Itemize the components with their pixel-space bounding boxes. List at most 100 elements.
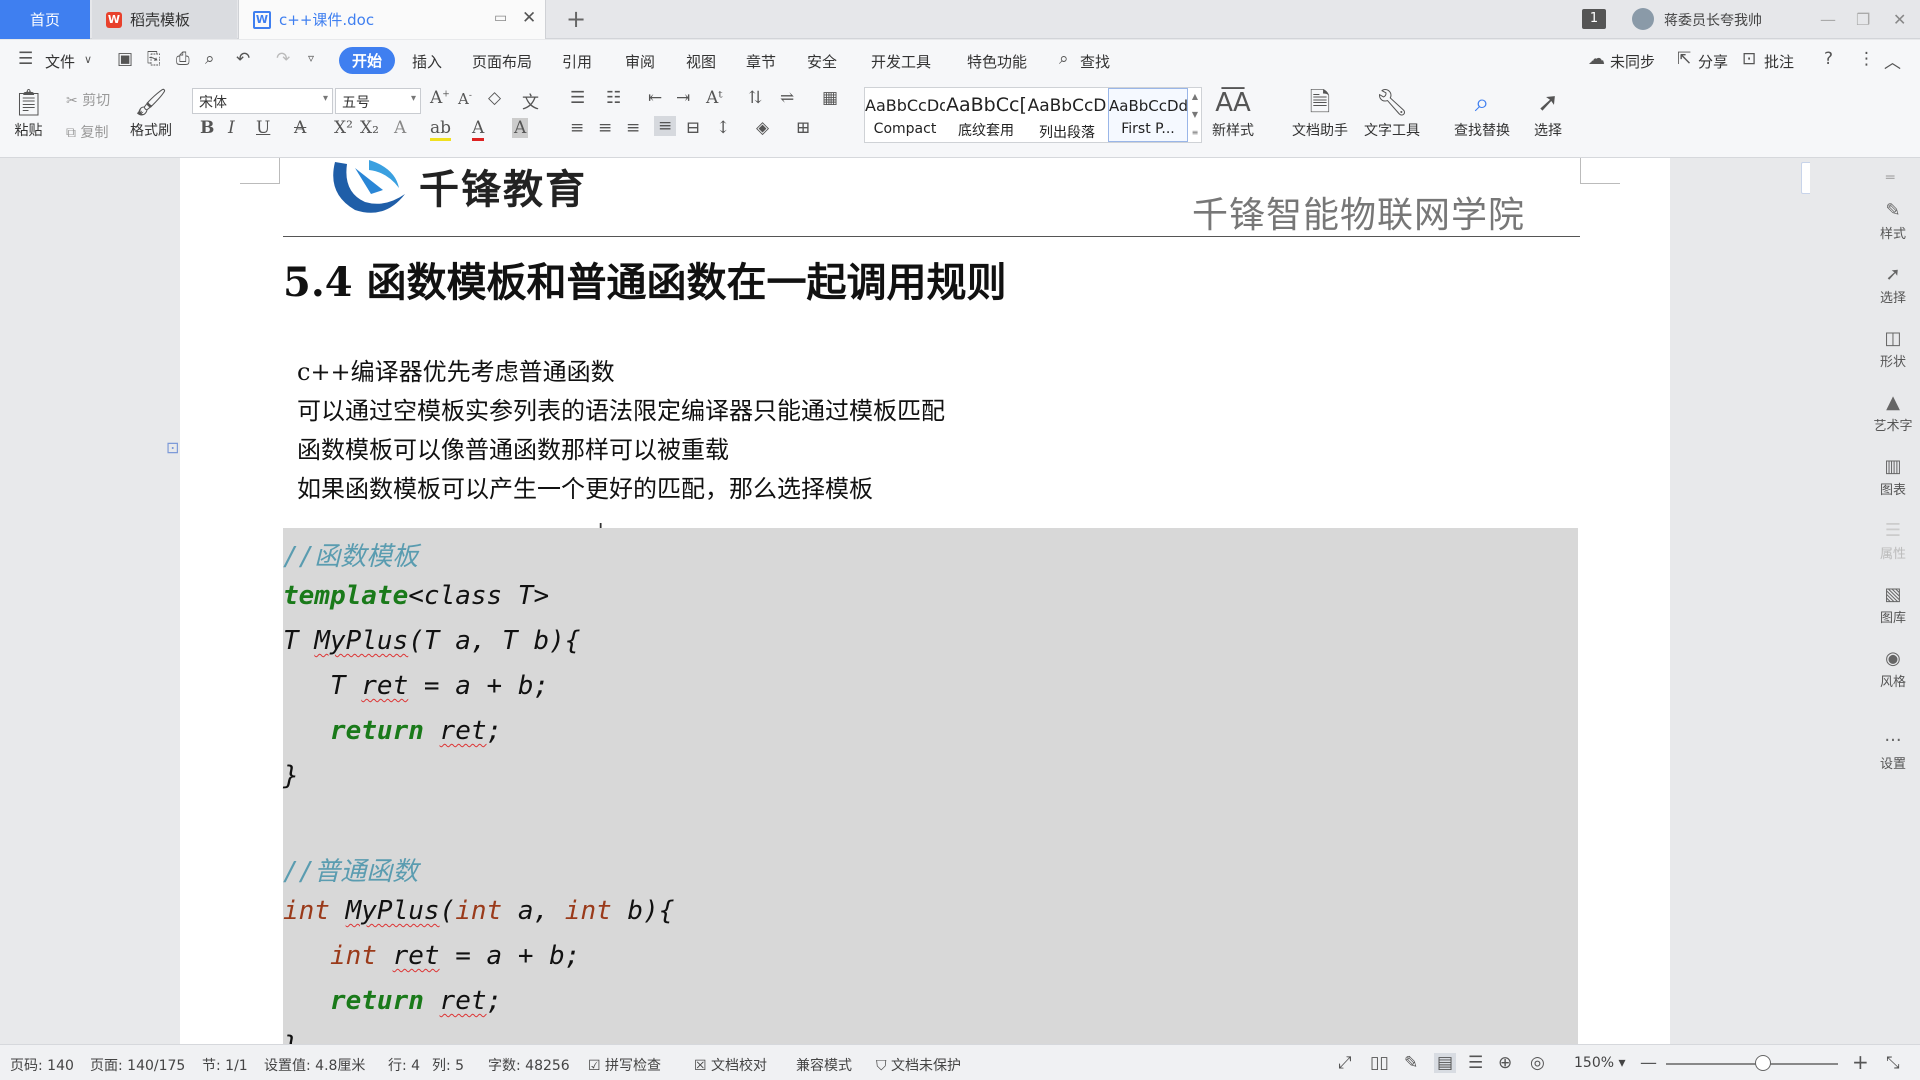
edit-mode-icon[interactable]: ✎ [1404, 1053, 1418, 1073]
tab-float-icon[interactable]: ▭ [494, 10, 507, 26]
numbered-list-icon[interactable]: ☷ [606, 88, 621, 108]
menu-devtools[interactable]: 开发工具 [871, 51, 931, 72]
print-icon[interactable]: ⎙ [176, 49, 190, 69]
minimize-icon[interactable]: — [1820, 10, 1836, 29]
tab-templates[interactable]: W 稻壳模板 [92, 0, 237, 39]
clear-format-icon[interactable]: ◇ [488, 88, 501, 108]
style-compact[interactable]: AaBbCcDd Compact [865, 88, 945, 142]
text-effect-icon[interactable]: A [394, 118, 406, 138]
share-icon[interactable]: ⇱ [1677, 49, 1691, 69]
justify-icon[interactable]: ≡ [654, 116, 677, 136]
menu-review[interactable]: 审阅 [625, 51, 655, 72]
text-tools-button[interactable]: 🔧︎ 文字工具 [1364, 86, 1420, 140]
status-col[interactable]: 列: 5 [432, 1055, 464, 1075]
status-page-code[interactable]: 页码: 140 [10, 1055, 74, 1075]
select-button[interactable]: ➚ 选择 [1534, 86, 1562, 140]
compat-mode[interactable]: 兼容模式 [796, 1055, 852, 1075]
zoom-in-icon[interactable]: + [1852, 1050, 1869, 1074]
pane-theme[interactable]: ◉ 风格 [1866, 648, 1920, 690]
menu-find[interactable]: 查找 [1080, 51, 1110, 72]
style-scroll-icon[interactable]: ▲ ▼ ≡ [1189, 88, 1201, 142]
line-spacing-icon[interactable]: ↕ [716, 118, 730, 138]
find-replace-button[interactable]: ⌕ 查找替换 [1454, 86, 1510, 140]
close-window-icon[interactable]: ✕ [1893, 10, 1906, 29]
style-list-paragraph[interactable]: AaBbCcD 列出段落 [1027, 88, 1107, 142]
menu-reference[interactable]: 引用 [562, 51, 592, 72]
menu-insert[interactable]: 插入 [412, 51, 442, 72]
pane-select[interactable]: ➚ 选择 [1866, 264, 1920, 306]
menu-file[interactable]: 文件 [45, 51, 75, 72]
new-tab-button[interactable]: + [566, 5, 586, 33]
align-center-icon[interactable]: ≡ [598, 118, 612, 138]
menu-start[interactable]: 开始 [339, 47, 396, 74]
menu-layout[interactable]: 页面布局 [472, 51, 532, 72]
border-icon[interactable]: ⊞ [796, 118, 810, 138]
status-section[interactable]: 节: 1/1 [202, 1055, 248, 1075]
cut-button[interactable]: ✂ 剪切 [66, 90, 110, 110]
zoom-level[interactable]: 150% ▾ [1574, 1055, 1626, 1071]
read-mode-icon[interactable]: ▯▯ [1370, 1053, 1389, 1073]
search-icon[interactable]: ⌕ [1059, 49, 1069, 69]
menu-comment[interactable]: 批注 [1764, 51, 1794, 72]
pane-collapse-icon[interactable]: ═ [1886, 170, 1894, 186]
comment-icon[interactable]: ⊡ [1742, 49, 1756, 69]
web-view-icon[interactable]: ⊕ [1498, 1053, 1512, 1073]
save-icon[interactable]: ▣ [117, 49, 133, 69]
window-count-badge[interactable]: 1 [1582, 9, 1606, 29]
help-icon[interactable]: ? [1824, 49, 1833, 69]
eye-protect-icon[interactable]: ◎ [1530, 1053, 1545, 1073]
style-shading[interactable]: AaBbCc[ 底纹套用 [946, 88, 1026, 142]
new-style-button[interactable]: A͞A 新样式 [1212, 86, 1254, 140]
sync-status[interactable]: 未同步 [1610, 51, 1655, 72]
paste-button[interactable]: 📋︎ 粘贴 [12, 86, 45, 140]
page-view-icon[interactable]: ▤ [1434, 1053, 1457, 1073]
undo-icon[interactable]: ↶ [236, 49, 250, 69]
bullet-list-icon[interactable]: ☰ [570, 88, 585, 108]
avatar[interactable] [1632, 8, 1654, 30]
protect-status[interactable]: ⛉ 文档未保护 [876, 1055, 961, 1075]
tab-close-icon[interactable]: ✕ [522, 8, 536, 28]
pane-settings[interactable]: ··· 设置 [1866, 730, 1920, 772]
font-name-select[interactable]: 宋体 ▾ [192, 88, 333, 114]
tab-document[interactable]: W c++课件.doc ▭ ✕ [238, 0, 546, 39]
line-break-icon[interactable]: ⇌ [780, 88, 794, 108]
redo-icon[interactable]: ↷ [276, 49, 290, 69]
strikethrough-icon[interactable]: A [294, 118, 306, 138]
pinyin-icon[interactable]: 文 [522, 88, 539, 113]
align-left-icon[interactable]: ≡ [570, 118, 584, 138]
superscript-icon[interactable]: X² [334, 118, 353, 138]
format-painter-button[interactable]: 🖌︎ 格式刷 [130, 86, 172, 140]
proofread-button[interactable]: ☒ 文档校对 [694, 1055, 767, 1075]
fit-window-icon[interactable]: ⤡ [1886, 1053, 1900, 1073]
chevron-down-icon[interactable]: ∨ [84, 53, 92, 66]
italic-icon[interactable]: I [228, 118, 235, 138]
pane-property[interactable]: ☰ 属性 [1866, 520, 1920, 562]
pane-gallery[interactable]: ▧ 图库 [1866, 584, 1920, 626]
pane-style[interactable]: ✎ 样式 [1866, 200, 1920, 242]
export-icon[interactable]: ⎘ [147, 49, 161, 69]
maximize-icon[interactable]: ❐ [1856, 10, 1870, 29]
shrink-font-icon[interactable]: A- [458, 90, 472, 108]
menu-security[interactable]: 安全 [807, 51, 837, 72]
shading-icon[interactable]: ◈ [756, 118, 769, 138]
outline-view-icon[interactable]: ☰ [1468, 1053, 1483, 1073]
status-words[interactable]: 字数: 48256 [488, 1055, 570, 1075]
document-page[interactable]: 千锋教育 千锋智能物联网学院 5.4 函数模板和普通函数在一起调用规则 c++编… [180, 158, 1670, 1044]
copy-button[interactable]: ⧉ 复制 [66, 122, 108, 142]
cloud-sync-icon[interactable]: ☁ [1588, 49, 1605, 69]
hamburger-icon[interactable]: ☰ [18, 49, 33, 69]
zoom-out-icon[interactable]: — [1640, 1053, 1657, 1073]
style-first-paragraph[interactable]: AaBbCcDd First P... [1108, 88, 1188, 142]
font-size-select[interactable]: 五号 ▾ [335, 88, 421, 114]
status-page[interactable]: 页面: 140/175 [90, 1055, 185, 1075]
text-direction-icon[interactable]: Aᵗ [706, 88, 722, 108]
status-setting[interactable]: 设置值: 4.8厘米 [264, 1055, 365, 1075]
tab-home[interactable]: 首页 [0, 0, 90, 39]
align-right-icon[interactable]: ≡ [626, 118, 640, 138]
quick-access-icon[interactable]: ▿ [308, 51, 314, 65]
decrease-indent-icon[interactable]: ⇤ [648, 88, 662, 108]
pane-shape[interactable]: ◫ 形状 [1866, 328, 1920, 370]
distribute-icon[interactable]: ⊟ [686, 118, 700, 138]
collapse-ribbon-icon[interactable]: ︿ [1884, 48, 1901, 73]
spell-check-button[interactable]: ☑ 拼写检查 [588, 1055, 661, 1075]
